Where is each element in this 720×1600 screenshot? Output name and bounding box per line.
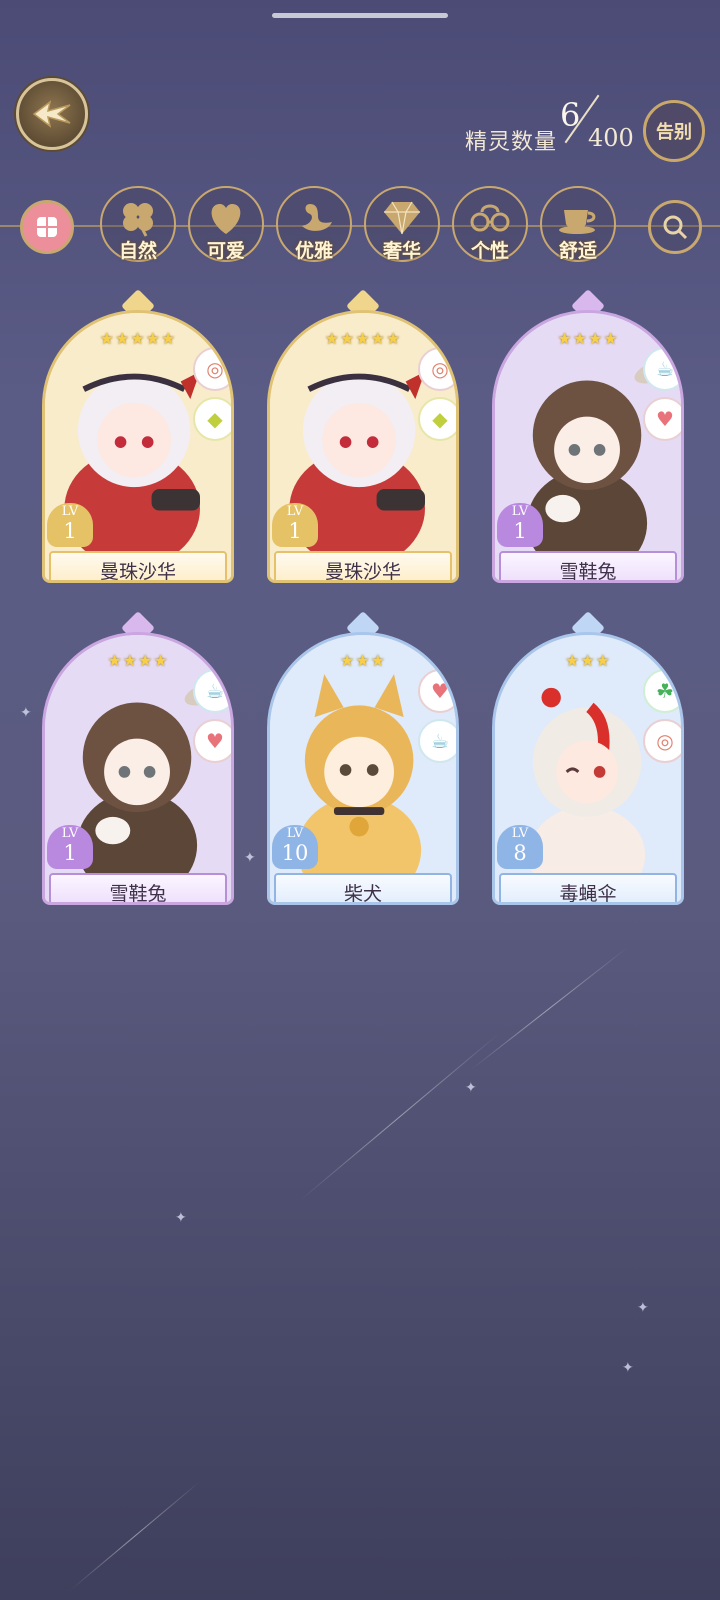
level-prefix: LV: [61, 826, 79, 841]
spirit-count-current: 6: [560, 96, 581, 134]
sparkle-icon: ✦: [175, 1210, 187, 1226]
rarity-stars: ★★★★★: [99, 329, 177, 348]
level-badge: LV 10: [272, 825, 318, 869]
spirit-name: 曼珠沙华: [49, 551, 227, 580]
filter-nature[interactable]: 自然: [100, 186, 176, 262]
level-value: 1: [63, 519, 77, 543]
level-prefix: LV: [511, 826, 529, 841]
filter-luxury[interactable]: 奢华: [364, 186, 440, 262]
level-prefix: LV: [286, 504, 304, 519]
back-arrow-icon: [32, 100, 71, 128]
heart-icon: [211, 204, 241, 234]
rarity-stars: ★★★★: [107, 651, 169, 670]
filter-label: 舒适: [558, 240, 597, 262]
filter-label: 可爱: [206, 240, 245, 262]
filter-label: 个性: [470, 240, 509, 262]
filter-cute[interactable]: 可爱: [188, 186, 264, 262]
spirit-card[interactable]: ★★★★ ☕ ♥ LV 1 雪鞋兔: [492, 289, 684, 583]
farewell-button[interactable]: 告别: [643, 100, 705, 162]
spirit-name: 雪鞋兔: [49, 873, 227, 902]
level-badge: LV 1: [47, 503, 93, 547]
filter-all-button[interactable]: [20, 200, 74, 254]
glasses-icon: [470, 204, 510, 232]
heart-icon: ♥: [193, 719, 231, 763]
teacup-icon: ☕: [193, 669, 231, 713]
card-frame: ★★★ ♥ ☕ LV 10 柴犬: [267, 632, 459, 905]
teacup-icon: ☕: [643, 347, 681, 391]
teacup-icon: ☕: [418, 719, 456, 763]
heart-icon: ♥: [418, 669, 456, 713]
level-badge: LV 1: [47, 825, 93, 869]
spirit-name: 曼珠沙华: [274, 551, 452, 580]
level-value: 1: [513, 519, 527, 543]
gift-icon: [37, 217, 57, 237]
swan-icon: [302, 204, 332, 231]
heart-icon: ♥: [643, 397, 681, 441]
filter-comfort[interactable]: 舒适: [540, 186, 616, 262]
clover-icon: ☘: [643, 669, 681, 713]
sparkle-icon: ✦: [465, 1080, 477, 1096]
spirit-count-max: 400: [588, 124, 634, 152]
spirit-card[interactable]: ★★★ ☘ ◎ LV 8 毒蝇伞: [492, 611, 684, 905]
clover-icon: [123, 203, 153, 237]
level-badge: LV 8: [497, 825, 543, 869]
diamond-icon: ◆: [418, 397, 456, 441]
spirit-name: 毒蝇伞: [499, 873, 677, 902]
level-value: 1: [288, 519, 302, 543]
spirit-card[interactable]: ★★★★ ☕ ♥ LV 1 雪鞋兔: [42, 611, 234, 905]
spirit-count: 精灵数量 6 400: [465, 94, 634, 156]
filter-personality[interactable]: 个性: [452, 186, 528, 262]
card-frame: ★★★★★ ◎ ◆ LV 1 曼珠沙华: [42, 310, 234, 583]
spirit-name: 柴犬: [274, 873, 452, 902]
back-button[interactable]: [16, 78, 88, 150]
level-prefix: LV: [61, 504, 79, 519]
diamond-icon: ◆: [193, 397, 231, 441]
glasses-icon: ◎: [643, 719, 681, 763]
rarity-stars: ★★★★★: [324, 329, 402, 348]
card-frame: ★★★★ ☕ ♥ LV 1 雪鞋兔: [492, 310, 684, 583]
farewell-label: 告别: [656, 122, 692, 143]
rarity-stars: ★★★: [339, 651, 387, 670]
system-drag-handle[interactable]: [272, 13, 448, 18]
glasses-icon: ◎: [418, 347, 456, 391]
shooting-star-streak: [469, 946, 628, 1071]
spirit-count-label: 精灵数量: [465, 130, 558, 155]
sparkle-icon: ✦: [20, 705, 32, 721]
card-frame: ★★★ ☘ ◎ LV 8 毒蝇伞: [492, 632, 684, 905]
spirit-card[interactable]: ★★★★★ ◎ ◆ LV 1 曼珠沙华: [267, 289, 459, 583]
shooting-star-streak: [69, 1480, 201, 1591]
category-filter-bar: 自然 可爱 优雅 奢华 个性 舒适: [0, 180, 720, 270]
level-badge: LV 1: [497, 503, 543, 547]
sparkle-icon: ✦: [637, 1300, 649, 1316]
level-value: 10: [281, 841, 309, 865]
level-prefix: LV: [511, 504, 529, 519]
level-value: 8: [513, 841, 527, 865]
level-value: 1: [63, 841, 77, 865]
teacup-icon: [559, 210, 596, 234]
glasses-icon: ◎: [193, 347, 231, 391]
level-badge: LV 1: [272, 503, 318, 547]
shooting-star-streak: [299, 1032, 500, 1201]
spirit-card[interactable]: ★★★★★ ◎ ◆ LV 1 曼珠沙华: [42, 289, 234, 583]
sparkle-icon: ✦: [622, 1360, 634, 1376]
filter-label: 奢华: [382, 240, 421, 262]
rarity-stars: ★★★★: [557, 329, 619, 348]
card-frame: ★★★★★ ◎ ◆ LV 1 曼珠沙华: [267, 310, 459, 583]
search-button[interactable]: [648, 200, 702, 254]
filter-label: 优雅: [294, 240, 333, 262]
rarity-stars: ★★★: [564, 651, 612, 670]
level-prefix: LV: [286, 826, 304, 841]
filter-label: 自然: [118, 240, 157, 262]
spirit-card[interactable]: ★★★ ♥ ☕ LV 10 柴犬: [267, 611, 459, 905]
card-frame: ★★★★ ☕ ♥ LV 1 雪鞋兔: [42, 632, 234, 905]
search-icon: [663, 215, 688, 240]
sparkle-icon: ✦: [244, 850, 256, 866]
spirit-name: 雪鞋兔: [499, 551, 677, 580]
filter-elegant[interactable]: 优雅: [276, 186, 352, 262]
diamond-icon: [384, 201, 420, 235]
